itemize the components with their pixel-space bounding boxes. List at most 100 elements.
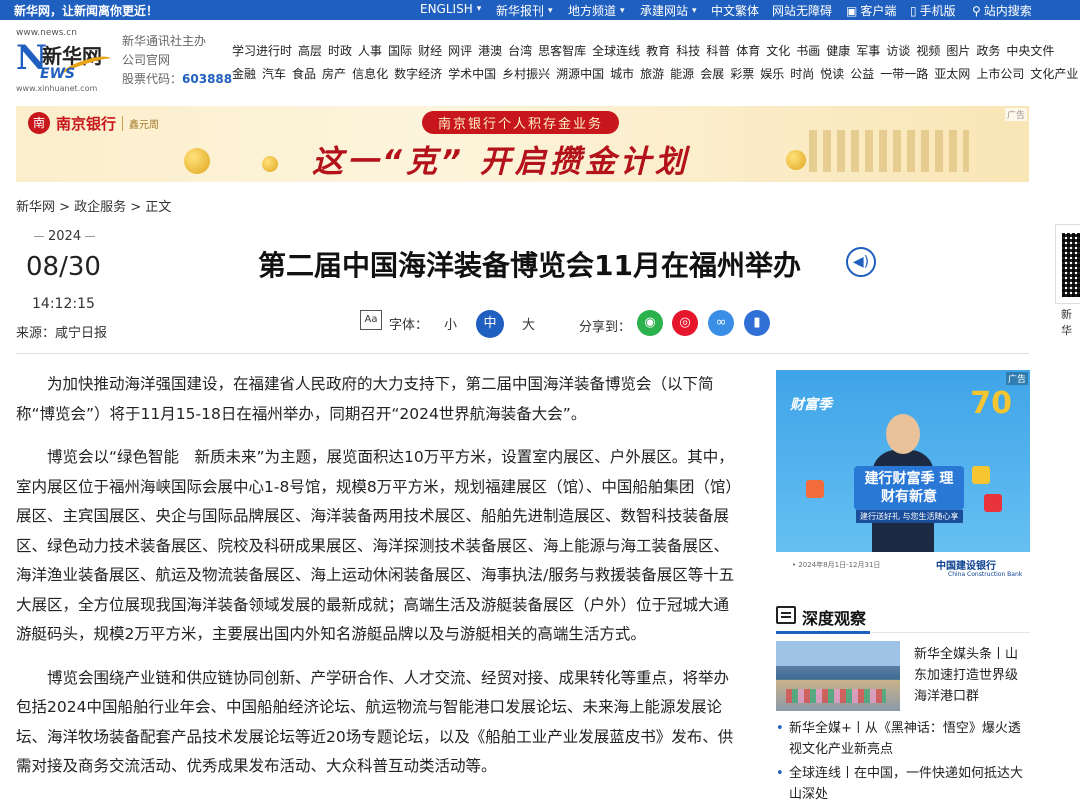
main-nav-link[interactable]: 会展 — [700, 63, 724, 86]
nav-mobile[interactable]: ▯ 手机版 — [910, 2, 956, 19]
main-nav-link[interactable]: 一带一路 — [880, 63, 928, 86]
nav-site-search[interactable]: ⚲ 站内搜索 — [972, 2, 1032, 19]
main-nav-link[interactable]: 政务 — [976, 40, 1000, 63]
list-item[interactable]: 全球连线丨在中国，一件快递如何抵达大山深处 — [776, 763, 1030, 805]
main-nav-link[interactable]: 学术中国 — [448, 63, 496, 86]
gold-coin-decoration — [786, 150, 806, 170]
list-item[interactable]: 新华全媒+丨从《黑神话：悟空》爆火透视文化产业新亮点 — [776, 718, 1030, 760]
stock-code-value[interactable]: 603888 — [182, 72, 232, 86]
main-nav-link[interactable]: 数字经济 — [394, 63, 442, 86]
main-nav-link[interactable]: 健康 — [826, 40, 850, 63]
main-nav-link[interactable]: 文化产业 — [1030, 63, 1078, 86]
main-nav-link[interactable]: 食品 — [292, 63, 316, 86]
main-nav-link[interactable]: 公益 — [850, 63, 874, 86]
main-nav-link[interactable]: 全球连线 — [592, 40, 640, 63]
nav-traditional-chinese[interactable]: 中文繁体 — [711, 2, 759, 19]
nav-xinhua-press[interactable]: 新华报刊 ▾ — [496, 2, 553, 19]
logo-ews: EWS — [40, 66, 76, 82]
main-nav-link[interactable]: 国际 — [388, 40, 412, 63]
speaker-icon[interactable]: ◀) — [846, 247, 876, 277]
gift-icon — [984, 494, 1002, 512]
main-nav-link[interactable]: 旅游 — [640, 63, 664, 86]
main-nav-link[interactable]: 溯源中国 — [556, 63, 604, 86]
nav-client[interactable]: ▣ 客户端 — [846, 2, 896, 19]
article-paragraph: 博览会以“绿色智能 新质未来”为主题，展览面积达10万平方米，设置室内展区、户外… — [16, 448, 741, 643]
company-site[interactable]: 公司官网 — [122, 51, 232, 70]
main-nav-link[interactable]: 台湾 — [508, 40, 532, 63]
nav-accessibility-label: 网站无障碍 — [772, 4, 833, 18]
article-icon — [776, 606, 796, 624]
link-share-icon[interactable]: ∞ — [708, 310, 734, 336]
main-nav-link[interactable]: 乡村振兴 — [502, 63, 550, 86]
main-nav-link[interactable]: 网评 — [448, 40, 472, 63]
main-nav-link[interactable]: 书画 — [796, 40, 820, 63]
nav-hosted-label: 承建网站 — [640, 4, 689, 18]
main-nav-link[interactable]: 中央文件 — [1006, 40, 1054, 63]
main-nav-link[interactable]: 学习进行时 — [232, 40, 292, 63]
lead-news-thumbnail[interactable] — [776, 641, 900, 711]
main-nav-link[interactable]: 人事 — [358, 40, 382, 63]
wechat-share-icon[interactable]: ◉ — [637, 310, 663, 336]
ad-tag: 广告 — [1005, 372, 1028, 385]
main-nav-link[interactable]: 文化 — [766, 40, 790, 63]
gold-coin-decoration — [184, 148, 210, 174]
font-size-label: 字体： — [389, 318, 429, 333]
main-nav-link[interactable]: 汽车 — [262, 63, 286, 86]
nav-english[interactable]: ENGLISH ▾ — [420, 2, 481, 16]
nav-client-label: 客户端 — [860, 4, 897, 18]
main-nav-link[interactable]: 彩票 — [730, 63, 754, 86]
lead-news-link[interactable]: 新华全媒头条丨山东加速打造世界级海洋港口群 — [914, 644, 1030, 707]
main-nav-link[interactable]: 体育 — [736, 40, 760, 63]
main-nav-link[interactable]: 能源 — [670, 63, 694, 86]
nav-hosted-sites[interactable]: 承建网站 ▾ — [640, 2, 697, 19]
stock-code: 股票代码：603888 — [122, 70, 232, 89]
main-nav-link[interactable]: 亚太网 — [934, 63, 970, 86]
main-nav-link[interactable]: 港澳 — [478, 40, 502, 63]
main-nav-link[interactable]: 时政 — [328, 40, 352, 63]
main-nav-link[interactable]: 房产 — [322, 63, 346, 86]
main-nav: 学习进行时 高层 时政 人事 国际 财经 网评 港澳 台湾 思客智库 全球连线 教育 科技 科普 体育 文化书… — [232, 40, 1078, 86]
nav-local-channels[interactable]: 地方频道 ▾ — [568, 2, 625, 19]
banner-pill: 南京银行个人积存金业务 — [422, 111, 620, 134]
main-nav-link[interactable]: 访谈 — [886, 40, 910, 63]
main-nav-link[interactable]: 军事 — [856, 40, 880, 63]
mobile-icon: ▯ — [910, 3, 917, 18]
main-nav-link[interactable]: 悦读 — [820, 63, 844, 86]
main-nav-link[interactable]: 信息化 — [352, 63, 388, 86]
main-nav-link[interactable]: 科普 — [706, 40, 730, 63]
floating-qr-panel[interactable] — [1055, 224, 1080, 304]
nav-accessibility[interactable]: 网站无障碍 — [772, 2, 832, 19]
main-nav-link[interactable]: 思客智库 — [538, 40, 586, 63]
main-nav-link[interactable]: 图片 — [946, 40, 970, 63]
deep-observation-header: 深度观察 — [776, 603, 1030, 634]
main-nav-link[interactable]: 视频 — [916, 40, 940, 63]
main-nav-link[interactable]: 财经 — [418, 40, 442, 63]
main-nav-link[interactable]: 时尚 — [790, 63, 814, 86]
site-slogan: 新华网，让新闻离你更近！ — [14, 4, 159, 18]
ccb-ad[interactable]: 财富季 70 建行财富季 理财有新意 建行送好礼 与您生活随心享 • 2024年… — [776, 370, 1030, 580]
breadcrumb[interactable]: 新华网 > 政企服务 > 正文 — [16, 196, 171, 215]
font-size-large-button[interactable]: 大 — [522, 314, 535, 333]
main-nav-link[interactable]: 娱乐 — [760, 63, 784, 86]
publish-time: 14:12:15 — [32, 296, 95, 312]
chevron-down-icon: ▾ — [476, 4, 482, 14]
ad-date: • 2024年8月1日-12月31日 — [792, 561, 881, 569]
main-nav-link[interactable]: 城市 — [610, 63, 634, 86]
deep-news-list: 新华全媒+丨从《黑神话：悟空》爆火透视文化产业新亮点 全球连线丨在中国，一件快递… — [776, 718, 1030, 808]
font-size-small-button[interactable]: 小 — [444, 314, 457, 333]
weibo-share-icon[interactable]: ◎ — [672, 310, 698, 336]
section-underline — [776, 631, 870, 634]
tablet-share-icon[interactable]: ▮ — [744, 310, 770, 336]
chevron-down-icon: ▾ — [620, 5, 625, 16]
main-nav-link[interactable]: 高层 — [298, 40, 322, 63]
main-nav-link[interactable]: 上市公司 — [976, 63, 1024, 86]
ad-tag: 广告 — [1004, 108, 1027, 121]
font-size-medium-button[interactable]: 中 — [476, 310, 504, 338]
company-info: 新华通讯社主办 公司官网 股票代码：603888 — [122, 32, 232, 89]
main-nav-link[interactable]: 科技 — [676, 40, 700, 63]
logo-url: www.news.cn — [16, 28, 77, 38]
main-nav-link[interactable]: 教育 — [646, 40, 670, 63]
bank-ad-banner[interactable]: 南 南京银行 鑫元周 南京银行个人积存金业务 这一“克” 开启攒金计划 广告 — [16, 106, 1029, 182]
nav-press-label: 新华报刊 — [496, 4, 545, 18]
main-nav-link[interactable]: 金融 — [232, 63, 256, 86]
